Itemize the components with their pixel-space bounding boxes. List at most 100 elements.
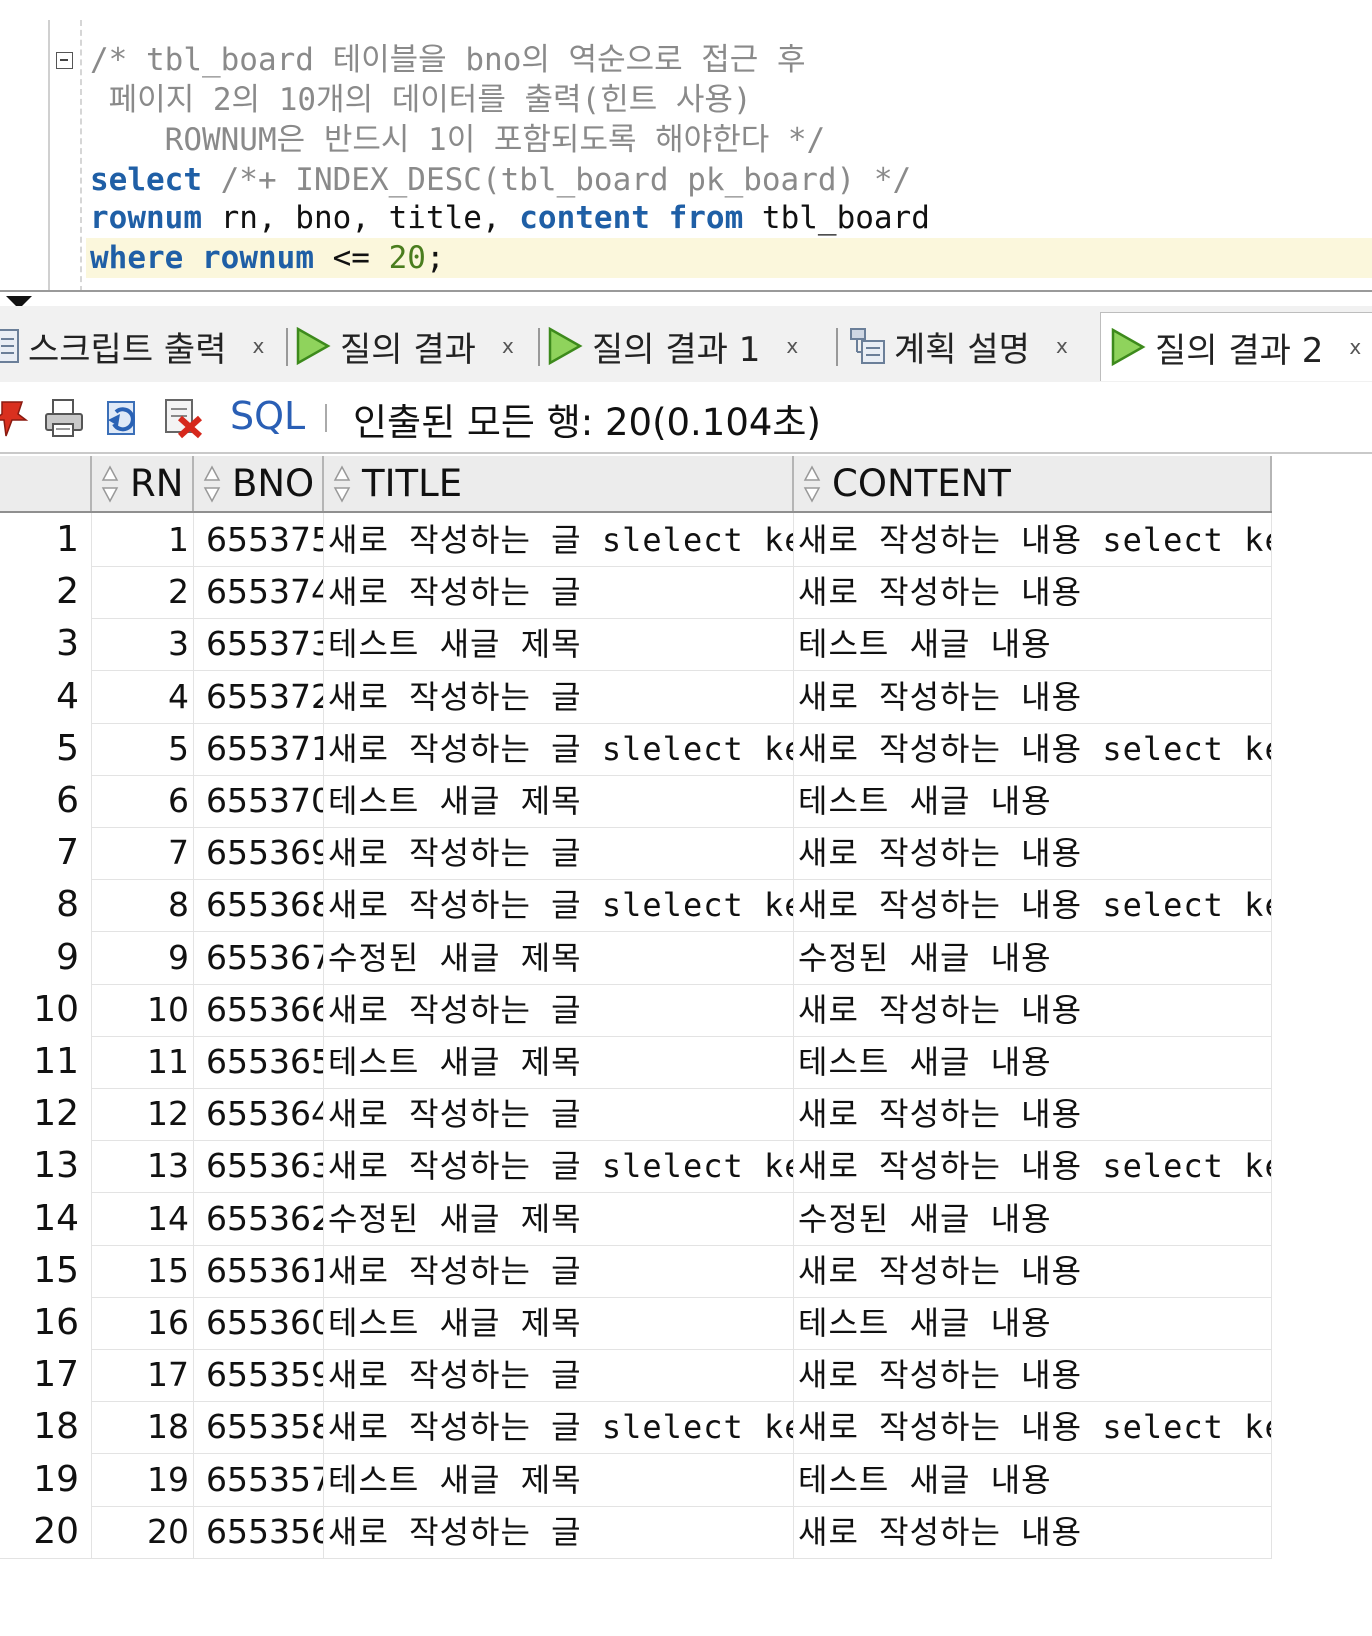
table-row[interactable]: 4 4 655372 새로 작성하는 글 새로 작성하는 내용 xyxy=(0,669,1272,724)
rn-cell[interactable]: 16 xyxy=(92,1296,194,1350)
row-number-cell[interactable]: 1 xyxy=(0,513,92,567)
content-cell[interactable]: 수정된 새글 내용 xyxy=(794,1191,1272,1246)
title-cell[interactable]: 테스트 새글 제목 xyxy=(324,617,794,672)
title-cell[interactable]: 테스트 새글 제목 xyxy=(324,774,794,828)
close-icon[interactable]: x xyxy=(1349,335,1361,359)
code-line[interactable]: ROWNUM은 반드시 1이 포함되도록 해야한다 */ xyxy=(90,120,826,160)
row-number-cell[interactable]: 20 xyxy=(0,1504,92,1559)
title-cell[interactable]: 새로 작성하는 글 xyxy=(324,669,794,724)
table-row[interactable]: 13 13 655363 새로 작성하는 글 slelect key 새로 작성하는 내… xyxy=(0,1139,1272,1194)
row-number-cell[interactable]: 7 xyxy=(0,826,92,881)
sql-editor[interactable]: /* tbl_board 테이블을 bno의 역순으로 접근 후 페이지 2의 … xyxy=(0,0,1372,292)
tab-explain-plan[interactable]: 계획 설명 x xyxy=(848,312,1092,380)
title-cell[interactable]: 새로 작성하는 글 xyxy=(324,826,794,881)
rn-cell[interactable]: 1 xyxy=(92,513,194,567)
code-line[interactable]: rownum rn, bno, title, content from tbl_… xyxy=(90,198,930,238)
splitter[interactable] xyxy=(0,290,1372,292)
rn-cell[interactable]: 15 xyxy=(92,1243,194,1298)
table-row[interactable]: 12 12 655364 새로 작성하는 글 새로 작성하는 내용 xyxy=(0,1087,1272,1142)
collapse-icon[interactable] xyxy=(56,52,73,69)
bno-cell[interactable]: 655373 xyxy=(194,617,324,672)
content-cell[interactable]: 테스트 새글 내용 xyxy=(794,1035,1272,1089)
content-cell[interactable]: 새로 작성하는 내용 xyxy=(794,982,1272,1037)
row-number-cell[interactable]: 19 xyxy=(0,1452,92,1507)
rn-cell[interactable]: 18 xyxy=(92,1400,194,1455)
content-cell[interactable]: 새로 작성하는 내용 select key xyxy=(794,878,1272,933)
row-number-cell[interactable]: 15 xyxy=(0,1243,92,1298)
sort-icon[interactable] xyxy=(202,463,222,505)
pin-icon[interactable] xyxy=(0,396,36,440)
rn-cell[interactable]: 10 xyxy=(92,982,194,1037)
content-cell[interactable]: 새로 작성하는 내용 select key xyxy=(794,1400,1272,1455)
table-row[interactable]: 18 18 655358 새로 작성하는 글 slelect key 새로 작성하는 내… xyxy=(0,1400,1272,1455)
column-header-rn[interactable]: RN xyxy=(92,456,194,511)
title-cell[interactable]: 새로 작성하는 글 xyxy=(324,1348,794,1403)
table-row[interactable]: 3 3 655373 테스트 새글 제목 테스트 새글 내용 xyxy=(0,617,1272,672)
sort-icon[interactable] xyxy=(100,463,120,505)
close-icon[interactable]: x xyxy=(502,334,514,358)
row-number-cell[interactable]: 4 xyxy=(0,669,92,724)
rn-cell[interactable]: 11 xyxy=(92,1035,194,1089)
bno-cell[interactable]: 655358 xyxy=(194,1400,324,1455)
bno-cell[interactable]: 655363 xyxy=(194,1139,324,1194)
table-row[interactable]: 9 9 655367 수정된 새글 제목 수정된 새글 내용 xyxy=(0,930,1272,985)
tab-script-output[interactable]: 스크립트 출력 x xyxy=(0,312,286,380)
content-cell[interactable]: 새로 작성하는 내용 select key xyxy=(794,1139,1272,1194)
title-cell[interactable]: 새로 작성하는 글 xyxy=(324,982,794,1037)
content-cell[interactable]: 새로 작성하는 내용 xyxy=(794,1243,1272,1298)
content-cell[interactable]: 새로 작성하는 내용 xyxy=(794,1504,1272,1559)
content-cell[interactable]: 수정된 새글 내용 xyxy=(794,930,1272,985)
content-cell[interactable]: 새로 작성하는 내용 select key xyxy=(794,513,1272,567)
title-cell[interactable]: 새로 작성하는 글 slelect key xyxy=(324,878,794,933)
rn-cell[interactable]: 8 xyxy=(92,878,194,933)
rn-cell[interactable]: 9 xyxy=(92,930,194,985)
row-number-cell[interactable]: 2 xyxy=(0,565,92,620)
table-row[interactable]: 20 20 655356 새로 작성하는 글 새로 작성하는 내용 xyxy=(0,1504,1272,1559)
row-number-cell[interactable]: 8 xyxy=(0,878,92,933)
row-number-cell[interactable]: 6 xyxy=(0,774,92,828)
table-row[interactable]: 16 16 655360 테스트 새글 제목 테스트 새글 내용 xyxy=(0,1296,1272,1350)
row-number-cell[interactable]: 5 xyxy=(0,721,92,776)
bno-cell[interactable]: 655359 xyxy=(194,1348,324,1403)
title-cell[interactable]: 테스트 새글 제목 xyxy=(324,1452,794,1507)
bno-cell[interactable]: 655362 xyxy=(194,1191,324,1246)
content-cell[interactable]: 새로 작성하는 내용 xyxy=(794,565,1272,620)
content-cell[interactable]: 새로 작성하는 내용 xyxy=(794,1087,1272,1142)
bno-cell[interactable]: 655370 xyxy=(194,774,324,828)
content-cell[interactable]: 새로 작성하는 내용 select key xyxy=(794,721,1272,776)
row-number-cell[interactable]: 14 xyxy=(0,1191,92,1246)
column-header-title[interactable]: TITLE xyxy=(324,456,794,511)
bno-cell[interactable]: 655372 xyxy=(194,669,324,724)
row-number-cell[interactable]: 9 xyxy=(0,930,92,985)
rn-cell[interactable]: 4 xyxy=(92,669,194,724)
content-cell[interactable]: 새로 작성하는 내용 xyxy=(794,669,1272,724)
close-icon[interactable]: x xyxy=(1056,334,1068,358)
cancel-query-icon[interactable] xyxy=(162,396,206,440)
rn-cell[interactable]: 12 xyxy=(92,1087,194,1142)
title-cell[interactable]: 새로 작성하는 글 slelect key xyxy=(324,1139,794,1194)
row-number-cell[interactable]: 11 xyxy=(0,1035,92,1089)
table-row[interactable]: 2 2 655374 새로 작성하는 글 새로 작성하는 내용 xyxy=(0,565,1272,620)
bno-cell[interactable]: 655371 xyxy=(194,721,324,776)
row-number-cell[interactable]: 16 xyxy=(0,1296,92,1350)
row-number-cell[interactable]: 13 xyxy=(0,1139,92,1194)
bno-cell[interactable]: 655375 xyxy=(194,513,324,567)
bno-cell[interactable]: 655367 xyxy=(194,930,324,985)
bno-cell[interactable]: 655356 xyxy=(194,1504,324,1559)
bno-cell[interactable]: 655369 xyxy=(194,826,324,881)
title-cell[interactable]: 새로 작성하는 글 xyxy=(324,1243,794,1298)
code-line[interactable]: where rownum <= 20; xyxy=(86,238,1372,278)
title-cell[interactable]: 수정된 새글 제목 xyxy=(324,930,794,985)
rn-cell[interactable]: 6 xyxy=(92,774,194,828)
sql-button[interactable]: SQL xyxy=(230,394,305,438)
row-number-cell[interactable]: 10 xyxy=(0,982,92,1037)
rn-cell[interactable]: 3 xyxy=(92,617,194,672)
content-cell[interactable]: 테스트 새글 내용 xyxy=(794,1452,1272,1507)
rn-cell[interactable]: 5 xyxy=(92,721,194,776)
table-row[interactable]: 6 6 655370 테스트 새글 제목 테스트 새글 내용 xyxy=(0,774,1272,828)
table-row[interactable]: 1 1 655375 새로 작성하는 글 slelect key 새로 작성하는 내용 … xyxy=(0,513,1272,567)
rn-cell[interactable]: 20 xyxy=(92,1504,194,1559)
bno-cell[interactable]: 655361 xyxy=(194,1243,324,1298)
column-header-content[interactable]: CONTENT xyxy=(794,456,1272,511)
sort-icon[interactable] xyxy=(802,463,822,505)
